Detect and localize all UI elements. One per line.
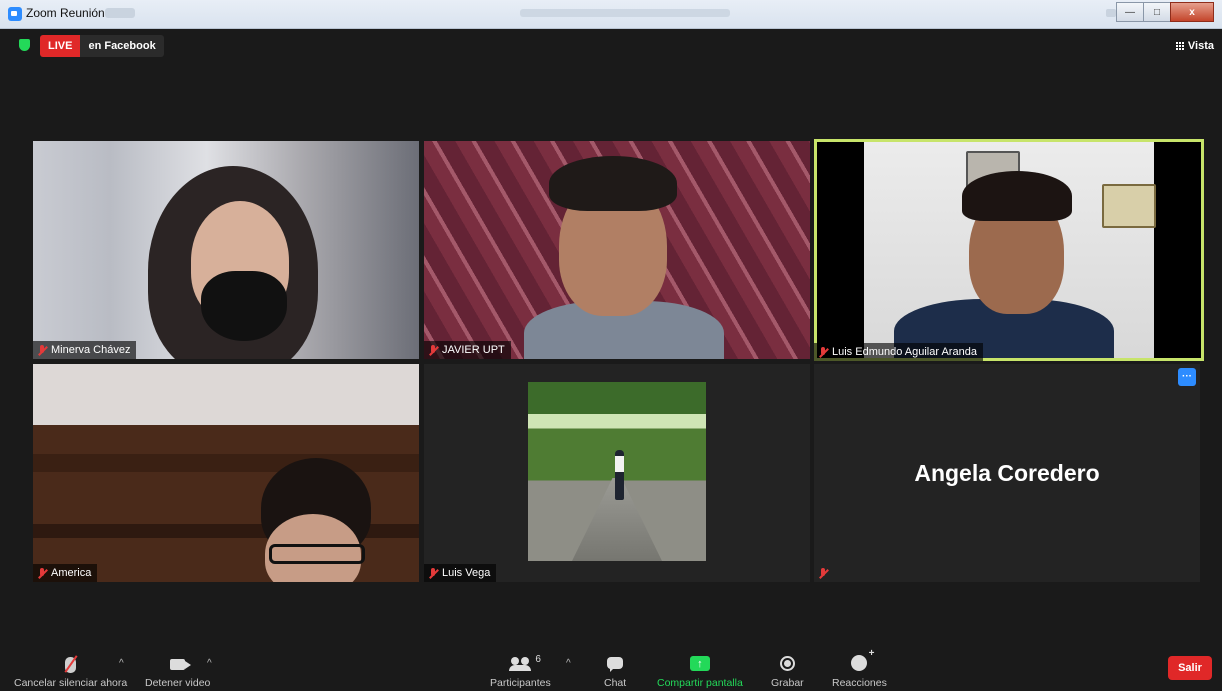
participant-name: Minerva Chávez <box>51 344 131 356</box>
video-tile-luis-vega[interactable]: Luis Vega <box>424 364 810 582</box>
participants-options-chevron-icon[interactable]: ^ <box>566 658 571 669</box>
video-tile-luis-edmundo[interactable]: Luis Edmundo Aguilar Aranda <box>814 139 1204 361</box>
share-screen-icon: ↑ <box>689 651 710 673</box>
mic-muted-icon <box>818 567 828 579</box>
video-tile-javier[interactable]: JAVIER UPT <box>424 141 810 359</box>
mic-muted-icon <box>818 346 828 358</box>
record-icon <box>779 651 795 673</box>
video-tile-minerva[interactable]: Minerva Chávez <box>33 141 419 359</box>
smiley-reaction-icon <box>851 648 874 673</box>
record-button[interactable]: Grabar <box>771 646 804 689</box>
participant-glasses <box>269 544 365 564</box>
live-badge: LIVE <box>40 35 81 57</box>
zoom-app-icon <box>8 7 22 21</box>
chat-label: Chat <box>604 677 627 689</box>
cabinet-shelf <box>33 454 419 472</box>
participants-label: Participantes <box>490 677 551 689</box>
grid-view-icon <box>1175 41 1185 51</box>
participants-count: 6 <box>535 654 541 665</box>
close-button[interactable]: x <box>1170 2 1214 22</box>
participants-button[interactable]: 6 Participantes <box>490 646 551 689</box>
mic-muted-icon <box>428 567 438 579</box>
window-controls: — □ x <box>1116 2 1214 22</box>
participant-name: Luis Edmundo Aguilar Aranda <box>832 346 977 358</box>
encryption-shield-icon[interactable] <box>19 39 30 51</box>
participants-icon: 6 <box>509 651 541 673</box>
active-speaker-highlight <box>814 139 1204 361</box>
more-options-button[interactable]: ··· <box>1178 368 1196 386</box>
chat-bubble-icon <box>607 651 624 673</box>
mic-muted-icon <box>428 344 438 356</box>
participant-name-tag: Minerva Chávez <box>33 341 137 359</box>
video-camera-icon <box>170 651 192 673</box>
participant-name-tag <box>814 564 838 582</box>
title-right-blur <box>1106 9 1116 17</box>
live-destination: en Facebook <box>80 35 164 57</box>
mute-button[interactable]: Cancelar silenciar ahora <box>14 646 127 689</box>
profile-picture <box>528 382 706 561</box>
title-center-blur <box>520 9 730 17</box>
minimize-button[interactable]: — <box>1116 2 1144 22</box>
participant-name-tag: Luis Edmundo Aguilar Aranda <box>814 343 983 361</box>
live-stream-indicator[interactable]: LIVE en Facebook <box>40 35 164 57</box>
video-tile-america[interactable]: America <box>33 364 419 582</box>
profile-photo-person <box>615 450 624 500</box>
record-label: Grabar <box>771 677 804 689</box>
video-tile-angela[interactable]: Angela Coredero ··· <box>814 364 1200 582</box>
participant-display-name: Angela Coredero <box>914 459 1100 486</box>
title-blur-placeholder <box>105 8 135 18</box>
video-label: Detener video <box>145 677 211 689</box>
audio-options-chevron-icon[interactable]: ^ <box>119 658 124 669</box>
participant-name: Luis Vega <box>442 567 491 579</box>
participant-mask <box>201 271 287 341</box>
stop-video-button[interactable]: Detener video <box>145 646 210 689</box>
video-options-chevron-icon[interactable]: ^ <box>207 658 212 669</box>
participant-name-tag: JAVIER UPT <box>424 341 511 359</box>
view-button[interactable]: Vista <box>1175 37 1214 55</box>
maximize-button[interactable]: □ <box>1143 2 1171 22</box>
reactions-label: Reacciones <box>832 677 887 689</box>
participant-name: JAVIER UPT <box>442 344 505 356</box>
chat-button[interactable]: Chat <box>604 646 626 689</box>
window-title: Zoom Reunión <box>26 6 105 20</box>
participant-name: America <box>51 567 92 579</box>
mic-muted-icon <box>37 567 47 579</box>
mic-muted-icon <box>37 344 47 356</box>
participant-name-tag: Luis Vega <box>424 564 497 582</box>
mute-label: Cancelar silenciar ahora <box>14 677 128 689</box>
view-label: Vista <box>1187 40 1214 52</box>
window-titlebar: Zoom Reunión — □ x <box>0 0 1222 29</box>
participant-name-tag: America <box>33 564 98 582</box>
mic-muted-icon <box>65 651 77 673</box>
share-screen-label: Compartir pantalla <box>657 677 743 689</box>
share-screen-button[interactable]: ↑ Compartir pantalla <box>657 646 743 689</box>
participant-hair <box>549 156 677 211</box>
reactions-button[interactable]: Reacciones <box>832 646 887 689</box>
meeting-toolbar: Cancelar silenciar ahora ^ Detener video… <box>0 646 1222 691</box>
leave-meeting-button[interactable]: Salir <box>1168 656 1212 680</box>
